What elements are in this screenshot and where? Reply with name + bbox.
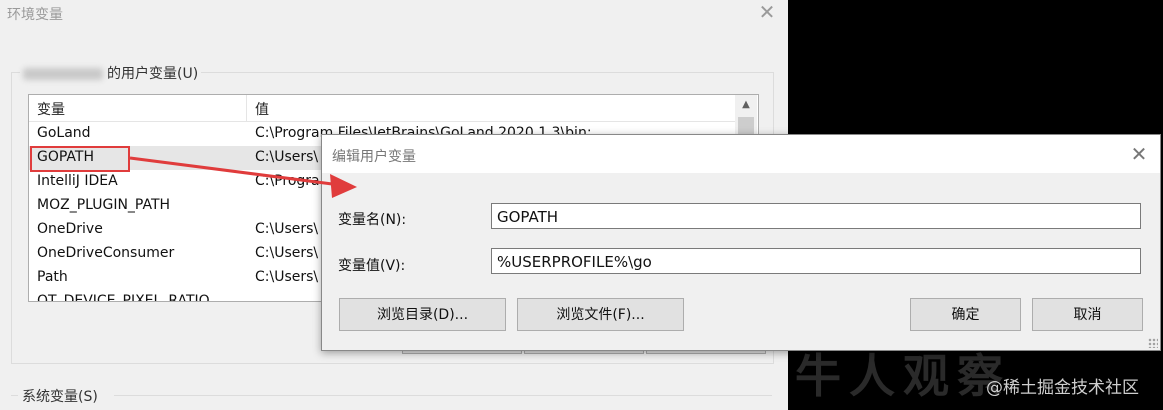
- dialog-titlebar[interactable]: 编辑用户变量 ✕: [322, 135, 1160, 173]
- close-icon[interactable]: ✕: [757, 1, 777, 23]
- list-header: 变量 值: [29, 95, 735, 122]
- system-variables-group: [11, 395, 772, 396]
- variable-value-input[interactable]: %USERPROFILE%\go: [491, 248, 1141, 274]
- scroll-up-icon[interactable]: ▲: [735, 95, 757, 115]
- watermark-text: @稀土掘金技术社区: [986, 378, 1139, 398]
- close-icon[interactable]: ✕: [1128, 143, 1150, 165]
- resize-grip-icon[interactable]: [1148, 338, 1158, 348]
- edit-user-variable-dialog: 编辑用户变量 ✕ 变量名(N): GOPATH 变量值(V): %USERPRO…: [321, 134, 1161, 351]
- blurred-username: [23, 68, 103, 80]
- variable-value-label: 变量值(V):: [338, 258, 406, 274]
- user-variables-label: 的用户变量(U): [20, 63, 202, 83]
- browse-file-button[interactable]: 浏览文件(F)...: [517, 298, 684, 331]
- column-header-value[interactable]: 值: [255, 99, 269, 119]
- column-header-variable[interactable]: 变量: [37, 99, 65, 119]
- system-variables-label: 系统变量(S): [22, 389, 98, 405]
- dialog-title: 编辑用户变量: [332, 149, 416, 165]
- browse-directory-button[interactable]: 浏览目录(D)...: [339, 298, 506, 331]
- window-title: 环境变量: [7, 7, 63, 23]
- variable-name-label: 变量名(N):: [338, 212, 407, 228]
- highlight-box: [30, 146, 130, 172]
- variable-name-input[interactable]: GOPATH: [491, 203, 1141, 229]
- ok-button[interactable]: 确定: [910, 298, 1021, 331]
- column-divider[interactable]: [246, 95, 247, 121]
- cancel-button[interactable]: 取消: [1032, 298, 1143, 331]
